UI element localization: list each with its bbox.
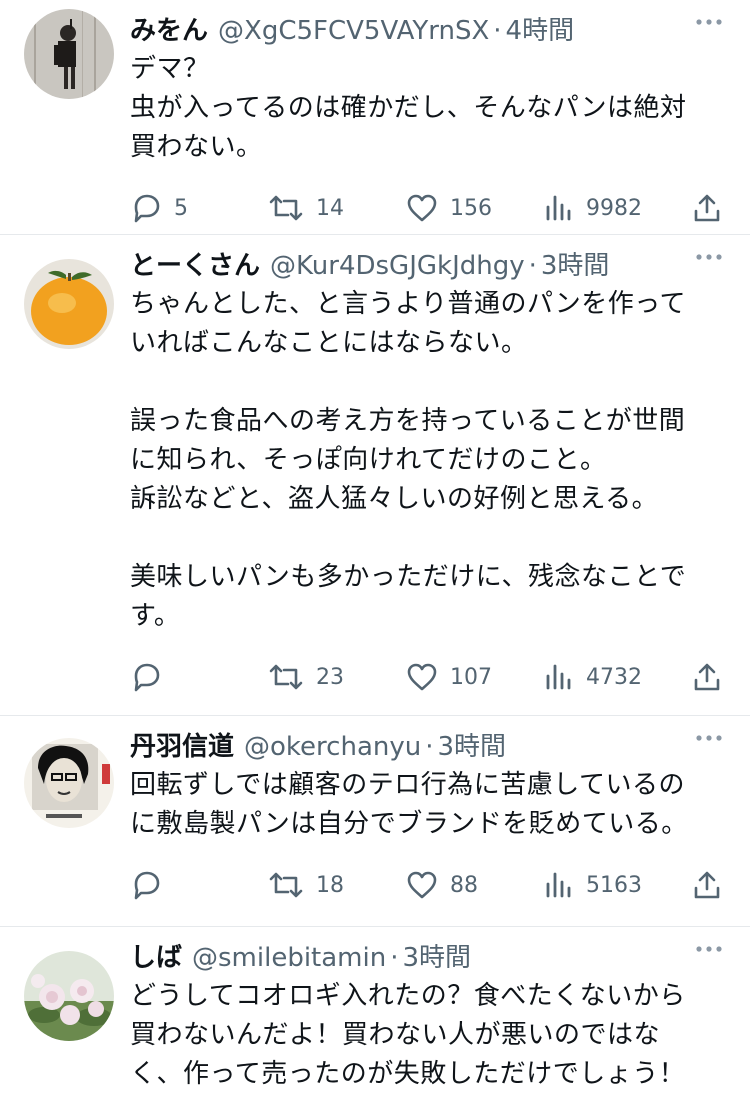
timestamp[interactable]: 3時間: [402, 937, 471, 974]
views-chart-icon: [546, 872, 571, 898]
tweet-text: ちゃんとした、と言うより普通のパンを作って いればこんなことにはならない。 誤っ…: [130, 289, 687, 631]
tweet-header: みをん @XgC5FCV5VAYrnSX · 4時間: [130, 10, 724, 46]
heart-icon: [407, 194, 437, 222]
separator-dot: ·: [493, 16, 502, 46]
retweet-count: 18: [316, 872, 344, 898]
view-count: 9982: [586, 195, 642, 221]
more-options-icon[interactable]: [694, 247, 724, 267]
retweet-button[interactable]: 18: [268, 870, 344, 900]
action-bar: 18 88 5163: [130, 854, 724, 914]
reply-button[interactable]: [130, 662, 174, 692]
user-handle[interactable]: @smilebitamin: [192, 943, 386, 973]
user-handle[interactable]: @Kur4DsGJGkJdhgy: [270, 251, 525, 281]
share-button[interactable]: [692, 870, 734, 900]
user-handle[interactable]: @XgC5FCV5VAYrnSX: [218, 16, 489, 46]
tweet-feed: みをん @XgC5FCV5VAYrnSX · 4時間 デマ？ 虫が入ってるのは確…: [0, 0, 750, 1096]
display-name[interactable]: しば: [130, 937, 182, 974]
tweet-header: とーくさん @Kur4DsGJGkJdhgy · 3時間: [130, 245, 724, 281]
user-avatar[interactable]: [24, 951, 114, 1041]
user-avatar[interactable]: [24, 738, 114, 828]
citrus-avatar-icon: [24, 259, 114, 349]
reply-icon: [134, 871, 160, 900]
more-options-icon[interactable]: [694, 12, 724, 32]
tweet[interactable]: 丹羽信道 @okerchanyu · 3時間 回転ずしでは顧客のテロ行為に苦慮し…: [0, 716, 750, 927]
timestamp[interactable]: 3時間: [437, 726, 506, 763]
like-button[interactable]: 156: [406, 193, 492, 223]
tweet-text: デマ？ 虫が入ってるのは確かだし、そんなパンは絶対 買わない。: [130, 54, 687, 162]
reply-count: 5: [174, 195, 188, 221]
retweet-count: 23: [316, 664, 344, 690]
timestamp[interactable]: 4時間: [506, 10, 575, 47]
user-avatar[interactable]: [24, 9, 114, 99]
share-button[interactable]: [692, 193, 734, 223]
user-handle[interactable]: @okerchanyu: [244, 732, 421, 762]
reply-icon: [134, 663, 160, 692]
share-icon: [694, 871, 720, 899]
more-options-icon[interactable]: [694, 728, 724, 748]
display-name[interactable]: とーくさん: [130, 245, 260, 282]
like-count: 88: [450, 872, 478, 898]
retweet-icon: [269, 664, 303, 690]
timestamp[interactable]: 3時間: [541, 245, 610, 282]
heart-icon: [407, 663, 437, 691]
like-button[interactable]: 88: [406, 870, 478, 900]
views-button[interactable]: 9982: [544, 193, 642, 223]
reply-icon: [134, 194, 160, 223]
heart-icon: [407, 871, 437, 899]
display-name[interactable]: 丹羽信道: [130, 726, 234, 763]
tweet-text: どうしてコオロギ入れたの？食べたくないから 買わないんだよ！買わない人が悪いので…: [130, 981, 686, 1089]
figure-avatar-icon: [24, 9, 114, 99]
tweet-text: 回転ずしでは顧客のテロ行為に苦慮しているの に敷島製パンは自分でブランドを貶めて…: [130, 770, 688, 839]
tweet-header: しば @smilebitamin · 3時間: [130, 937, 724, 973]
roses-avatar-icon: [24, 951, 114, 1041]
action-bar: 23 107 4732: [130, 646, 724, 706]
separator-dot: ·: [390, 943, 399, 973]
reply-button[interactable]: 5: [130, 193, 188, 223]
view-count: 5163: [586, 872, 642, 898]
views-button[interactable]: 5163: [544, 870, 642, 900]
reply-button[interactable]: [130, 870, 174, 900]
tweet[interactable]: みをん @XgC5FCV5VAYrnSX · 4時間 デマ？ 虫が入ってるのは確…: [0, 0, 750, 235]
views-chart-icon: [546, 664, 571, 690]
retweet-button[interactable]: 23: [268, 662, 344, 692]
tweet-header: 丹羽信道 @okerchanyu · 3時間: [130, 726, 724, 762]
views-button[interactable]: 4732: [544, 662, 642, 692]
retweet-icon: [269, 195, 303, 221]
separator-dot: ·: [528, 251, 537, 281]
view-count: 4732: [586, 664, 642, 690]
share-icon: [694, 194, 720, 222]
like-count: 156: [450, 195, 492, 221]
share-icon: [694, 663, 720, 691]
retweet-count: 14: [316, 195, 344, 221]
tweet[interactable]: とーくさん @Kur4DsGJGkJdhgy · 3時間 ちゃんとした、と言うよ…: [0, 235, 750, 716]
retweet-icon: [269, 872, 303, 898]
more-options-icon[interactable]: [694, 939, 724, 959]
tweet[interactable]: しば @smilebitamin · 3時間 どうしてコオロギ入れたの？食べたく…: [0, 927, 750, 1096]
portrait-avatar-icon: [24, 738, 114, 828]
like-count: 107: [450, 664, 492, 690]
separator-dot: ·: [425, 732, 434, 762]
action-bar: 5 14 156 9982: [130, 177, 724, 237]
user-avatar[interactable]: [24, 259, 114, 349]
views-chart-icon: [546, 195, 571, 221]
share-button[interactable]: [692, 662, 734, 692]
display-name[interactable]: みをん: [130, 10, 208, 47]
retweet-button[interactable]: 14: [268, 193, 344, 223]
like-button[interactable]: 107: [406, 662, 492, 692]
